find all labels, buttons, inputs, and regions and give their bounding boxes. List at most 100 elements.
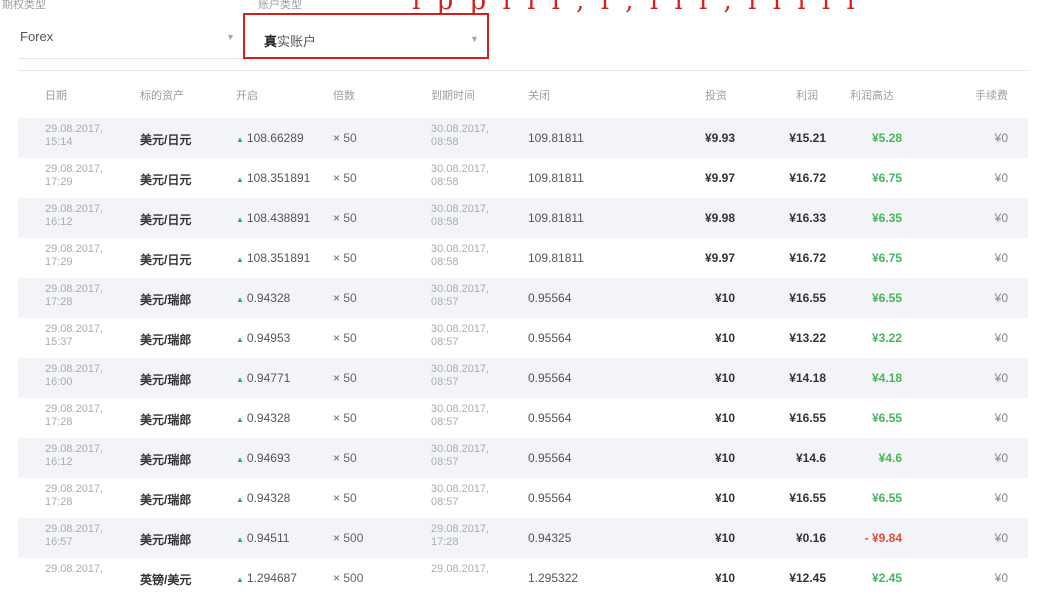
cell-date: 29.08.2017, 16:12 — [45, 203, 104, 228]
table-row[interactable]: 29.08.2017, 英镑/美元 ▲ 1.294687 × 500 29.08.2017… — [18, 558, 1028, 598]
cell-fee: ¥0 — [994, 451, 1008, 465]
header-investment[interactable]: 投资 — [705, 87, 727, 103]
header-date[interactable]: 日期 — [45, 87, 67, 103]
cell-close: 0.95564 — [528, 291, 572, 305]
cell-profit: ¥6.75 — [871, 251, 902, 265]
trades-table-body: 29.08.2017, 15:14 美元/日元 ▲ 108.66289 × 50 30.0… — [18, 118, 1028, 598]
header-profit-up-to[interactable]: 利润高达 — [850, 87, 894, 103]
cell-open: ▲ 108.66289 — [236, 131, 304, 145]
cell-expiry: 30.08.2017, 08:57 — [431, 443, 490, 468]
table-row[interactable]: 29.08.2017, 17:28 美元/瑞郎 ▲ 0.94328 × 50 30.08.… — [18, 478, 1028, 518]
cell-expiry: 30.08.2017, 08:58 — [431, 163, 490, 188]
cell-pnl: ¥16.55 — [789, 491, 826, 505]
cell-asset: 美元/瑞郎 — [140, 533, 192, 547]
cell-open: ▲ 1.294687 — [236, 571, 297, 585]
option-type-label: 期权类型 — [2, 0, 46, 11]
account-type-select[interactable]: 真实账户 ▼ — [243, 13, 489, 59]
cell-multiplier: × 50 — [333, 131, 357, 145]
cell-investment: ¥9.97 — [704, 171, 735, 185]
cell-open: ▲ 0.94693 — [236, 451, 290, 465]
cell-multiplier: × 500 — [333, 571, 364, 585]
account-type-bold: 真 — [264, 34, 278, 49]
cell-investment: ¥10 — [714, 371, 735, 385]
cell-fee: ¥0 — [994, 371, 1008, 385]
cell-investment: ¥9.93 — [704, 131, 735, 145]
cell-asset: 英镑/美元 — [140, 573, 192, 587]
cell-close: 0.95564 — [528, 451, 572, 465]
table-row[interactable]: 29.08.2017, 15:14 美元/日元 ▲ 108.66289 × 50 30.0… — [18, 118, 1028, 158]
cell-pnl: ¥16.55 — [789, 291, 826, 305]
cell-open: ▲ 0.94953 — [236, 331, 290, 345]
cell-pnl: ¥14.18 — [789, 371, 826, 385]
cell-expiry: 29.08.2017, — [431, 563, 490, 575]
header-pnl[interactable]: 利润 — [796, 87, 818, 103]
up-arrow-icon: ▲ — [236, 295, 244, 304]
cell-profit: ¥6.55 — [871, 411, 902, 425]
cell-open-value: 1.294687 — [246, 571, 297, 585]
cell-date: 29.08.2017, 16:57 — [45, 523, 104, 548]
cell-expiry: 30.08.2017, 08:58 — [431, 123, 490, 148]
header-close[interactable]: 关闭 — [528, 87, 550, 103]
cell-close: 109.81811 — [528, 131, 584, 145]
cell-date: 29.08.2017, 17:29 — [45, 163, 104, 188]
cell-close: 0.95564 — [528, 411, 572, 425]
cell-asset: 美元/瑞郎 — [140, 413, 192, 427]
header-fee[interactable]: 手续费 — [975, 87, 1008, 103]
cell-pnl: ¥15.21 — [789, 131, 826, 145]
cell-pnl: ¥14.6 — [795, 451, 826, 465]
up-arrow-icon: ▲ — [236, 135, 244, 144]
table-row[interactable]: 29.08.2017, 17:29 美元/日元 ▲ 108.351891 × 50 30.… — [18, 158, 1028, 198]
cell-open-value: 0.94511 — [246, 531, 290, 545]
cell-date: 29.08.2017, 17:28 — [45, 403, 104, 428]
cell-multiplier: × 50 — [333, 451, 357, 465]
table-row[interactable]: 29.08.2017, 17:28 美元/瑞郎 ▲ 0.94328 × 50 30.08.… — [18, 278, 1028, 318]
cell-open-value: 0.94328 — [246, 491, 291, 505]
cell-investment: ¥10 — [714, 531, 735, 545]
cell-profit: ¥6.55 — [871, 291, 902, 305]
cell-open: ▲ 0.94511 — [236, 531, 289, 545]
table-row[interactable]: 29.08.2017, 16:12 美元/日元 ▲ 108.438891 × 50 30.… — [18, 198, 1028, 238]
cell-open-value: 108.66289 — [246, 131, 304, 145]
up-arrow-icon: ▲ — [236, 335, 244, 344]
cell-open: ▲ 0.94771 — [236, 371, 290, 385]
header-multiplier[interactable]: 倍数 — [333, 87, 355, 103]
cell-open: ▲ 0.94328 — [236, 491, 290, 505]
table-row[interactable]: 29.08.2017, 17:28 美元/瑞郎 ▲ 0.94328 × 50 30.08.… — [18, 398, 1028, 438]
cell-close: 0.95564 — [528, 491, 572, 505]
cell-asset: 美元/瑞郎 — [140, 453, 192, 467]
cell-expiry: 30.08.2017, 08:58 — [431, 203, 490, 228]
cell-expiry: 30.08.2017, 08:57 — [431, 403, 490, 428]
cell-close: 0.95564 — [528, 331, 572, 345]
cell-profit: ¥6.35 — [871, 211, 902, 225]
table-row[interactable]: 29.08.2017, 15:37 美元/瑞郎 ▲ 0.94953 × 50 30.08.… — [18, 318, 1028, 358]
cell-multiplier: × 50 — [333, 251, 357, 265]
header-open[interactable]: 开启 — [236, 87, 258, 103]
cell-expiry: 30.08.2017, 08:57 — [431, 283, 490, 308]
option-type-select[interactable]: Forex ▼ — [18, 13, 244, 59]
table-row[interactable]: 29.08.2017, 17:29 美元/日元 ▲ 108.351891 × 50 30.… — [18, 238, 1028, 278]
cell-open-value: 0.94328 — [246, 411, 291, 425]
cell-fee: ¥0 — [994, 291, 1008, 305]
cell-asset: 美元/瑞郎 — [140, 293, 192, 307]
header-asset[interactable]: 标的资产 — [140, 87, 184, 103]
up-arrow-icon: ▲ — [236, 455, 244, 464]
cell-investment: ¥10 — [714, 291, 735, 305]
up-arrow-icon: ▲ — [236, 495, 244, 504]
cell-date: 29.08.2017, 15:37 — [45, 323, 104, 348]
table-row[interactable]: 29.08.2017, 16:00 美元/瑞郎 ▲ 0.94771 × 50 30.08.… — [18, 358, 1028, 398]
table-row[interactable]: 29.08.2017, 16:12 美元/瑞郎 ▲ 0.94693 × 50 30.08.… — [18, 438, 1028, 478]
account-type-label: 账户类型 — [258, 0, 302, 11]
cell-fee: ¥0 — [994, 131, 1008, 145]
cell-profit: - ¥9.84 — [864, 531, 902, 545]
cell-date: 29.08.2017, 16:12 — [45, 443, 104, 468]
table-row[interactable]: 29.08.2017, 16:57 美元/瑞郎 ▲ 0.94511 × 500 29.08… — [18, 518, 1028, 558]
cell-date: 29.08.2017, 16:00 — [45, 363, 104, 388]
cell-profit: ¥5.28 — [871, 131, 902, 145]
cell-asset: 美元/瑞郎 — [140, 493, 192, 507]
cell-open-value: 0.94771 — [246, 371, 291, 385]
header-expiry[interactable]: 到期时间 — [431, 87, 475, 103]
cell-pnl: ¥12.45 — [789, 571, 826, 585]
cell-pnl: ¥16.72 — [789, 171, 826, 185]
cell-investment: ¥10 — [714, 331, 735, 345]
cell-close: 0.95564 — [528, 371, 572, 385]
